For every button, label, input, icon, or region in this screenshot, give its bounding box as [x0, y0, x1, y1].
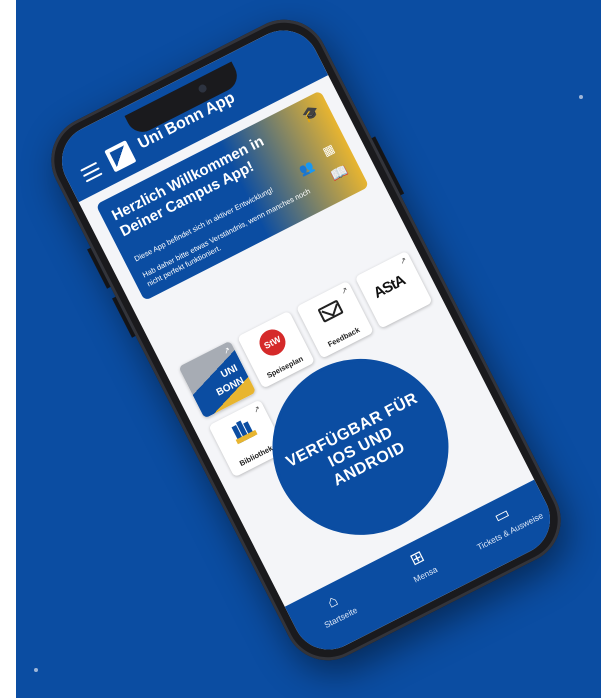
envelope-icon [317, 299, 344, 323]
availability-text: VERFÜGBAR FÜR IOS UND ANDROID [283, 389, 421, 490]
calendar-icon: ▦ [320, 141, 337, 159]
asta-logo: AStA [370, 271, 408, 302]
book-icon: 📖 [327, 161, 351, 184]
camera-icon [197, 83, 208, 94]
menu-icon[interactable] [80, 161, 103, 183]
decorative-dot [579, 95, 583, 99]
library-books-icon [229, 416, 258, 445]
tile-label: Feedback [326, 325, 362, 349]
nav-startseite[interactable]: ⌂ Startseite [288, 573, 383, 642]
external-link-icon: ↗ [251, 403, 262, 415]
external-link-icon: ↗ [398, 255, 409, 267]
decorative-dot [34, 668, 38, 672]
nav-tickets-ausweise[interactable]: ▭ Tickets & Ausweise [458, 487, 553, 556]
bonn-logo-text: BONN [214, 375, 246, 399]
nav-mensa[interactable]: ⊞ Mensa [373, 530, 468, 599]
graduation-icon: 🎓 [299, 102, 323, 125]
studierendenwerk-logo: StW [254, 325, 290, 360]
tile-label: Speiseplan [265, 353, 305, 380]
external-link-icon: ↗ [339, 285, 350, 297]
university-logo [104, 140, 137, 173]
